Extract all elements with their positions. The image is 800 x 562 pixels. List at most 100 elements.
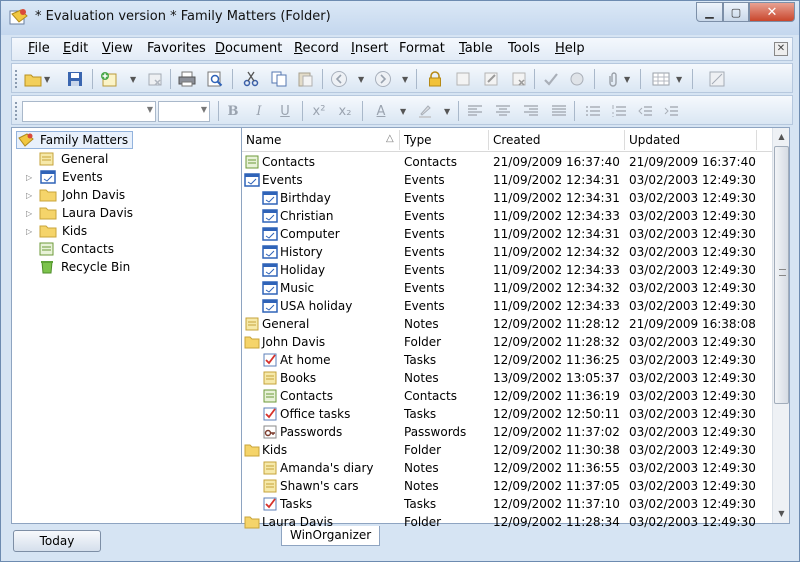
table-row[interactable]: John Davis Folder 12/09/2002 11:28:32 03/02…	[242, 333, 772, 351]
toolbar-grip[interactable]	[15, 102, 18, 120]
back-dropdown-arrow[interactable]: ▼	[358, 70, 364, 88]
spellcheck-icon[interactable]	[568, 70, 586, 88]
table-row[interactable]: USA holiday Events 11/09/2002 12:34:33 03/0…	[242, 297, 772, 315]
tree-item-general[interactable]: General	[38, 150, 108, 168]
table-icon[interactable]	[652, 70, 670, 88]
justify-icon[interactable]	[550, 102, 568, 120]
document-close-button[interactable]: ✕	[774, 42, 788, 56]
table-row[interactable]: Holiday Events 11/09/2002 12:34:33 03/02/20…	[242, 261, 772, 279]
picture-icon[interactable]	[708, 70, 726, 88]
new-dropdown-arrow[interactable]: ▼	[130, 70, 136, 88]
column-header-name[interactable]: Name	[246, 133, 281, 147]
print-preview-icon[interactable]	[206, 70, 224, 88]
maximize-button[interactable]: ▢	[723, 2, 749, 22]
insert-record-icon[interactable]	[454, 70, 472, 88]
column-header-created[interactable]: Created	[493, 133, 541, 147]
save-icon[interactable]	[66, 70, 84, 88]
table-row[interactable]: Books Notes 13/09/2002 13:05:37 03/02/2003 …	[242, 369, 772, 387]
tree-item-john-davis[interactable]: ▷ John Davis	[26, 186, 125, 204]
expand-arrow-icon[interactable]: ▷	[26, 227, 36, 236]
bullet-list-icon[interactable]	[584, 102, 602, 120]
table-row[interactable]: Computer Events 11/09/2002 12:34:31 03/02/2…	[242, 225, 772, 243]
indent-icon[interactable]	[662, 102, 680, 120]
column-header-type[interactable]: Type	[404, 133, 432, 147]
font-color-dropdown-arrow[interactable]: ▼	[400, 102, 406, 120]
highlight-dropdown-arrow[interactable]: ▼	[444, 102, 450, 120]
table-row[interactable]: Contacts Contacts 12/09/2002 11:36:19 03/02…	[242, 387, 772, 405]
table-row[interactable]: Kids Folder 12/09/2002 11:30:38 03/02/2003 …	[242, 441, 772, 459]
paste-icon[interactable]	[296, 70, 314, 88]
forward-dropdown-arrow[interactable]: ▼	[402, 70, 408, 88]
tree-item-recycle-bin[interactable]: Recycle Bin	[38, 258, 130, 276]
menu-insert[interactable]: Insert	[351, 41, 388, 56]
delete-record-icon[interactable]	[146, 70, 164, 88]
outdent-icon[interactable]	[636, 102, 654, 120]
menu-file[interactable]: File	[28, 41, 50, 56]
align-center-icon[interactable]	[494, 102, 512, 120]
today-button[interactable]: Today	[13, 530, 101, 552]
open-dropdown-arrow[interactable]: ▼	[44, 70, 50, 88]
table-row[interactable]: History Events 11/09/2002 12:34:32 03/02/20…	[242, 243, 772, 261]
font-color-icon[interactable]: A	[372, 102, 390, 120]
table-row[interactable]: Christian Events 11/09/2002 12:34:33 03/02/…	[242, 207, 772, 225]
font-name-select[interactable]: ▼	[22, 101, 156, 122]
menu-document[interactable]: Document	[215, 41, 282, 56]
close-button[interactable]: ✕	[749, 2, 795, 22]
align-right-icon[interactable]	[522, 102, 540, 120]
copy-icon[interactable]	[270, 70, 288, 88]
menu-edit[interactable]: Edit	[63, 41, 88, 56]
bold-icon[interactable]: B	[224, 102, 242, 120]
font-size-select[interactable]: ▼	[158, 101, 210, 122]
back-icon[interactable]	[330, 70, 348, 88]
mark-record-icon[interactable]	[510, 70, 528, 88]
table-row[interactable]: Birthday Events 11/09/2002 12:34:31 03/02/2…	[242, 189, 772, 207]
menu-favorites[interactable]: Favorites	[147, 41, 206, 56]
attachment-dropdown-arrow[interactable]: ▼	[624, 70, 630, 88]
menu-view[interactable]: View	[102, 41, 133, 56]
superscript-icon[interactable]: x²	[310, 102, 328, 120]
table-row[interactable]: Tasks Tasks 12/09/2002 11:37:10 03/02/2003 …	[242, 495, 772, 513]
tree-item-contacts[interactable]: Contacts	[38, 240, 114, 258]
numbered-list-icon[interactable]	[610, 102, 628, 120]
toolbar-grip[interactable]	[15, 70, 18, 88]
open-folder-icon[interactable]	[24, 70, 42, 88]
menu-tools[interactable]: Tools	[508, 41, 540, 56]
scroll-down-icon[interactable]: ▼	[774, 506, 789, 522]
column-header-updated[interactable]: Updated	[629, 133, 680, 147]
underline-icon[interactable]: U	[276, 102, 294, 120]
new-record-icon[interactable]	[100, 70, 118, 88]
menu-format[interactable]: Format	[399, 41, 445, 56]
table-row[interactable]: At home Tasks 12/09/2002 11:36:25 03/02/200…	[242, 351, 772, 369]
scrollbar-thumb[interactable]	[774, 146, 789, 404]
tree-item-family-matters[interactable]: Family Matters	[16, 131, 134, 149]
table-row[interactable]: Office tasks Tasks 12/09/2002 12:50:11 03/0…	[242, 405, 772, 423]
vertical-scrollbar[interactable]: ▲ ▼	[772, 128, 789, 523]
forward-icon[interactable]	[374, 70, 392, 88]
minimize-button[interactable]: ▁	[696, 2, 723, 22]
table-row[interactable]: Passwords Passwords 12/09/2002 11:37:02 03/…	[242, 423, 772, 441]
tree-item-kids[interactable]: ▷ Kids	[26, 222, 87, 240]
subscript-icon[interactable]: x₂	[336, 102, 354, 120]
align-left-icon[interactable]	[466, 102, 484, 120]
table-row[interactable]: Music Events 11/09/2002 12:34:32 03/02/2003…	[242, 279, 772, 297]
check-icon[interactable]	[542, 70, 560, 88]
expand-arrow-icon[interactable]: ▷	[26, 173, 36, 182]
expand-arrow-icon[interactable]: ▷	[26, 191, 36, 200]
menu-record[interactable]: Record	[294, 41, 339, 56]
app-icon[interactable]	[9, 8, 29, 26]
table-row[interactable]: Events Events 11/09/2002 12:34:31 03/02/200…	[242, 171, 772, 189]
attachment-icon[interactable]	[604, 70, 622, 88]
table-row[interactable]: Shawn's cars Notes 12/09/2002 11:37:05 03/0…	[242, 477, 772, 495]
italic-icon[interactable]: I	[250, 102, 268, 120]
tree-item-events[interactable]: ▷ Events	[26, 168, 103, 186]
table-row[interactable]: Contacts Contacts 21/09/2009 16:37:40 21/09…	[242, 153, 772, 171]
table-row[interactable]: Amanda's diary Notes 12/09/2002 11:36:55 03…	[242, 459, 772, 477]
table-dropdown-arrow[interactable]: ▼	[676, 70, 682, 88]
menu-table[interactable]: Table	[459, 41, 493, 56]
table-row[interactable]: General Notes 12/09/2002 11:28:12 21/09/200…	[242, 315, 772, 333]
tab-winorganizer[interactable]: WinOrganizer	[281, 526, 381, 546]
cut-icon[interactable]	[242, 70, 260, 88]
tree-item-laura-davis[interactable]: ▷ Laura Davis	[26, 204, 133, 222]
scroll-up-icon[interactable]: ▲	[774, 129, 789, 145]
menu-help[interactable]: Help	[555, 41, 585, 56]
